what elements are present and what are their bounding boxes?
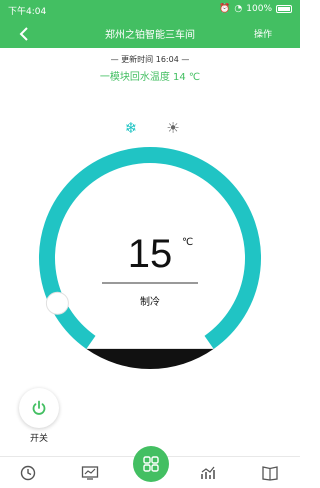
clock-icon xyxy=(20,465,36,481)
power-icon xyxy=(32,400,46,415)
setpoint-unit: ℃ xyxy=(182,237,194,248)
nav-item-monitor[interactable] xyxy=(80,463,100,483)
book-icon: ! xyxy=(262,466,278,481)
increase-button[interactable]: + xyxy=(160,330,182,350)
nav-item-history[interactable] xyxy=(18,463,38,483)
setpoint-value: 15 xyxy=(127,232,173,276)
app-screen: 下午4:04 ⏰ ◔ 100% 郑州之铂智能三车间 操作 — 更新时间 16:0… xyxy=(0,0,300,488)
dial-base xyxy=(86,348,214,369)
chart-icon xyxy=(201,466,215,479)
svg-text:!: ! xyxy=(269,471,271,478)
nav-item-manual[interactable]: ! xyxy=(260,463,280,483)
power-label: 开关 xyxy=(29,434,48,444)
decrease-button[interactable]: − xyxy=(118,330,140,350)
monitor-icon xyxy=(81,466,99,480)
grid-icon xyxy=(143,456,159,472)
nav-item-stats[interactable] xyxy=(198,463,218,483)
mode-label: 制冷 xyxy=(140,297,160,308)
power-button[interactable] xyxy=(19,388,59,428)
nav-item-home[interactable] xyxy=(133,446,169,482)
